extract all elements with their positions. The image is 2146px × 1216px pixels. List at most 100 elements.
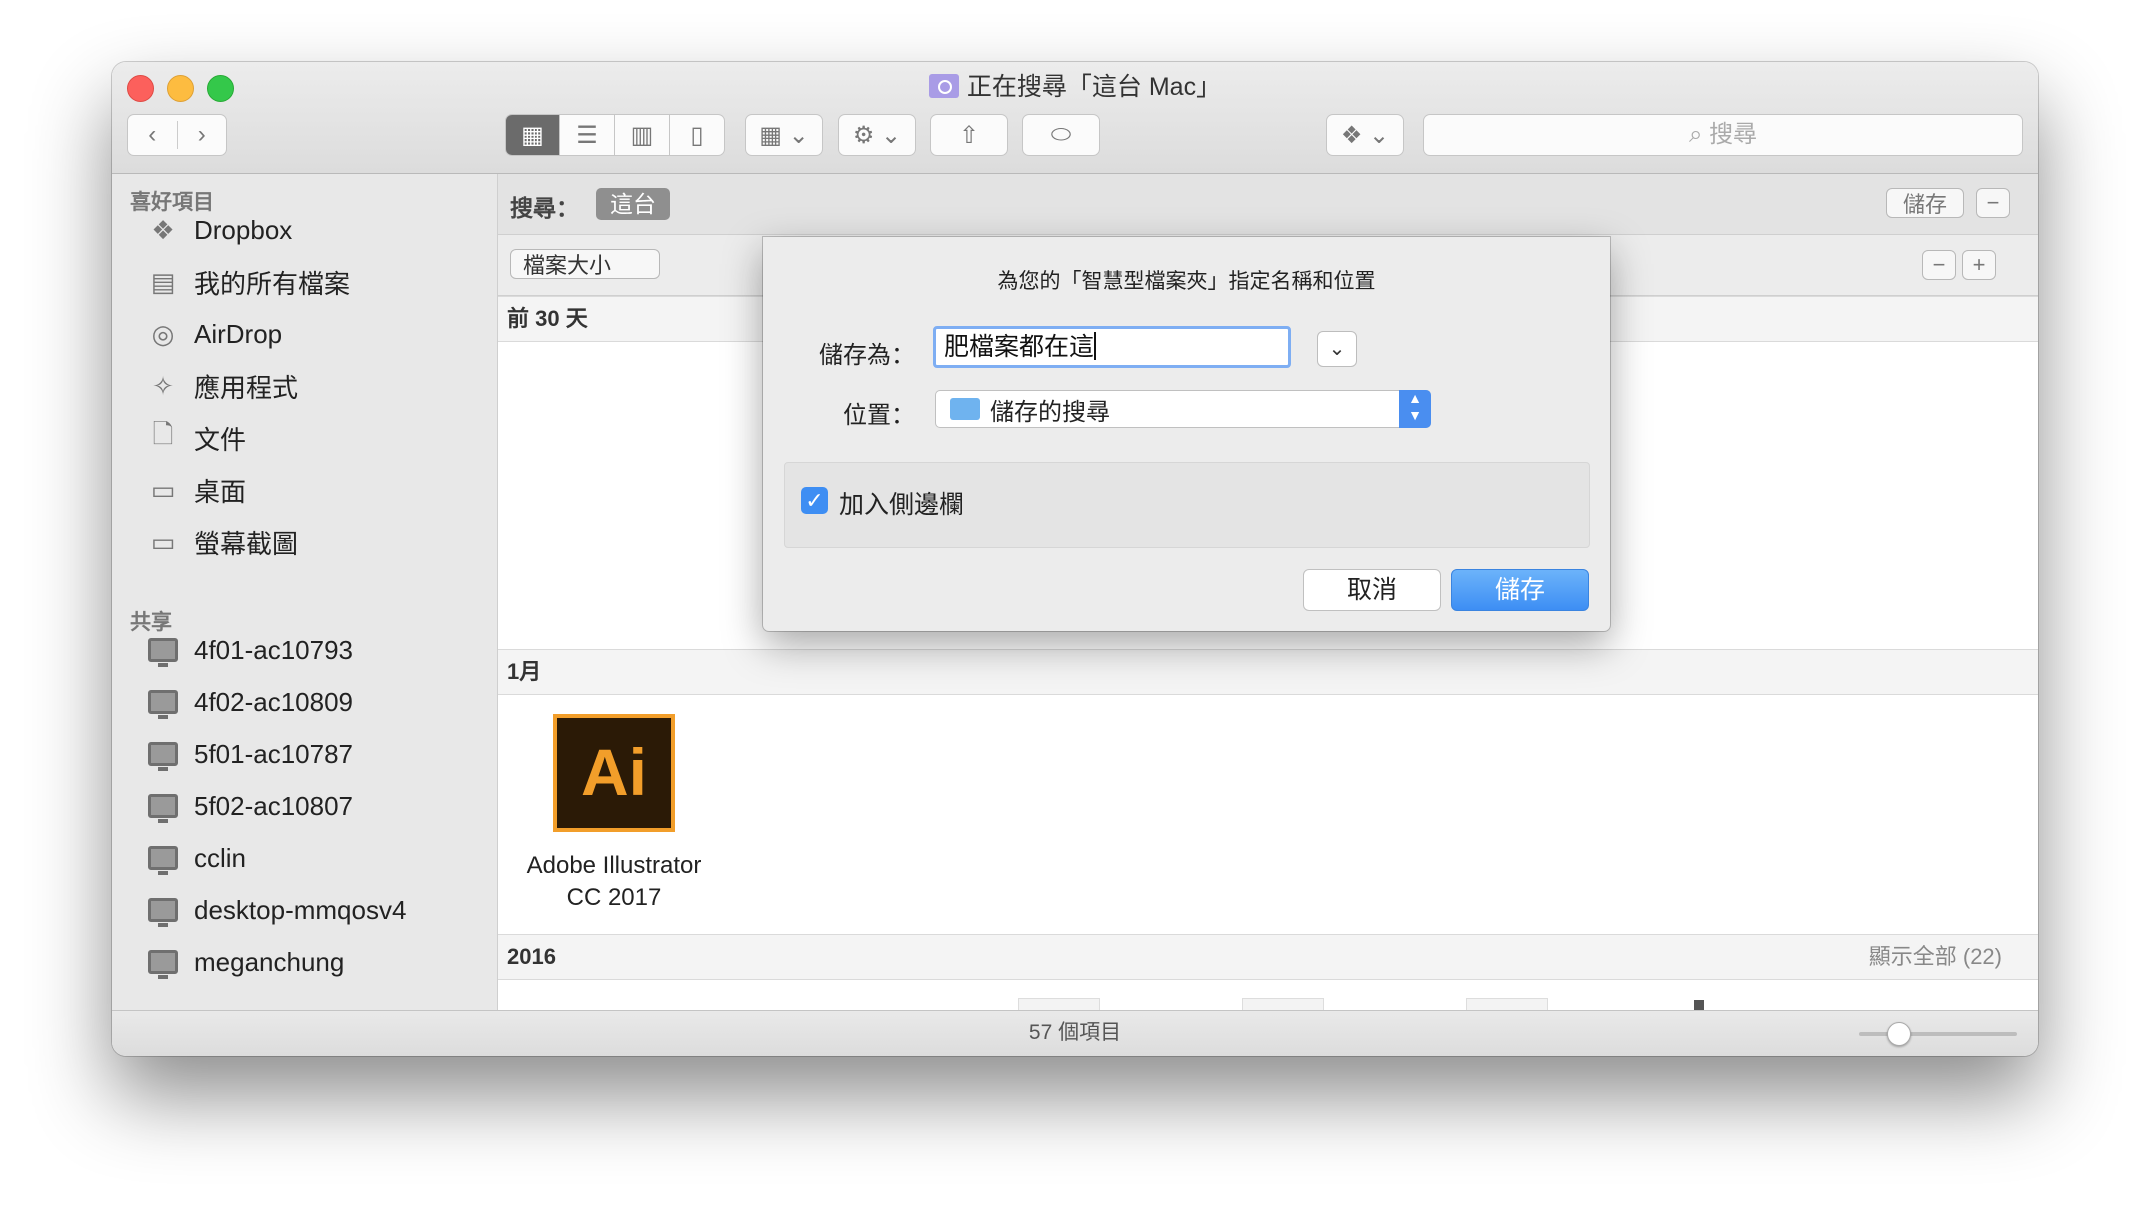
sidebar-item-shared[interactable]: 4f01-ac10793 [146,628,353,672]
file-name: Adobe Illustrator CC 2017 [526,852,702,911]
text-caret [1094,332,1097,360]
save-button[interactable]: 儲存 [1451,569,1589,611]
sidebar-item-label: 應用程式 [194,372,299,403]
section-header-january: 1月 [498,649,2038,695]
remove-criteria-button[interactable]: − [1922,250,1956,280]
documents-icon: 🗋 [152,419,174,449]
sidebar-item-label: 4f02-ac10809 [194,686,354,717]
sidebar-item-label: 桌面 [194,476,247,507]
sidebar-item-shared[interactable]: 5f01-ac10787 [146,732,353,776]
dropbox-button[interactable]: ❖ ⌄ [1326,114,1404,156]
sidebar-item-label: Dropbox [194,214,293,245]
search-input[interactable]: ⌕ 搜尋 [1423,114,2023,156]
dropbox-icon: ❖ ⌄ [1340,121,1390,149]
share-button[interactable]: ⇧ [930,114,1008,156]
sidebar-item-screenshots[interactable]: ▭ 螢幕截圖 [146,520,298,564]
updown-chevron-icon: ▲ ▼ [1399,390,1431,428]
illustrator-app-icon: Ai [553,714,675,832]
illustrator-icon-text: Ai [581,735,647,809]
window-title-text: 正在搜尋「這台 Mac」 [966,73,1222,101]
computer-icon [146,893,180,927]
section-title: 1月 [507,659,542,684]
remove-scope-button[interactable]: − [1976,188,2010,218]
sidebar-item-label: AirDrop [194,318,283,349]
sidebar-item-applications[interactable]: ✧ 應用程式 [146,364,298,408]
window-title: 正在搜尋「這台 Mac」 [112,70,2038,104]
back-icon[interactable]: ‹ [128,121,178,149]
sidebar-item-all-files[interactable]: ▤ 我的所有檔案 [146,260,350,304]
icon-size-slider[interactable] [1859,1022,2017,1046]
applications-icon: ✧ [152,370,174,401]
chevron-down-icon: ⌄ [1328,338,1346,360]
sidebar-item-shared[interactable]: desktop-mmqosv4 [146,888,406,932]
list-view-icon[interactable]: ☰ [560,114,615,156]
folder-icon [950,398,980,420]
sidebar-item-label: desktop-mmqosv4 [194,894,407,925]
save-search-button[interactable]: 儲存 [1886,188,1964,218]
scope-this-mac[interactable]: 這台 [596,188,670,220]
minus-icon: − [1932,252,1946,277]
minus-icon: − [1986,190,2000,215]
sidebar-item-shared[interactable]: 5f02-ac10807 [146,784,353,828]
action-button[interactable]: ⚙ ⌄ [838,114,916,156]
file-item-illustrator[interactable]: Ai Adobe Illustrator CC 2017 [514,714,714,914]
add-criteria-button[interactable]: + [1962,250,1996,280]
smart-folder-icon [928,74,959,98]
sidebar-item-desktop[interactable]: ▭ 桌面 [146,468,246,512]
slider-knob[interactable] [1887,1022,1911,1046]
arrange-icon: ▦ ⌄ [759,121,809,149]
sidebar-item-shared[interactable]: 4f02-ac10809 [146,680,353,724]
computer-icon [146,945,180,979]
computer-icon [146,841,180,875]
computer-icon [146,685,180,719]
save-smart-folder-dialog: 為您的「智慧型檔案夾」指定名稱和位置 儲存為： 肥檔案都在這 ⌄ 位置： 儲存的… [763,237,1610,631]
expand-dialog-button[interactable]: ⌄ [1317,331,1357,367]
cancel-button[interactable]: 取消 [1303,569,1441,611]
criteria-attribute-select[interactable]: 檔案大小 [510,249,660,279]
sidebar-item-label: 4f01-ac10793 [194,634,354,665]
location-value: 儲存的搜尋 [990,398,1110,426]
all-files-icon: ▤ [150,266,176,297]
section-header-2016: 2016 顯示全部 (22) [498,934,2038,980]
computer-icon [146,737,180,771]
cover-flow-icon[interactable]: ▯ [670,114,725,156]
column-view-icon[interactable]: ▥ [615,114,670,156]
options-box: ✓ 加入側邊欄 [784,462,1590,548]
tag-icon: ⬭ [1050,121,1072,148]
show-all-link[interactable]: 顯示全部 (22) [1869,935,2002,979]
add-to-sidebar-label[interactable]: 加入側邊欄 [839,485,964,521]
sidebar-item-shared[interactable]: cclin [146,836,246,880]
tag-button[interactable]: ⬭ [1022,114,1100,156]
forward-icon[interactable]: › [178,121,227,149]
sidebar-item-label: 螢幕截圖 [194,528,299,559]
folder-icon: ▭ [150,526,176,557]
save-as-field[interactable]: 肥檔案都在這 [933,326,1291,368]
sidebar-item-label: 5f02-ac10807 [194,790,354,821]
sidebar: 喜好項目 ❖ Dropbox ▤ 我的所有檔案 ◎ AirDrop ✧ 應用程式… [112,174,498,1010]
add-to-sidebar-checkbox[interactable]: ✓ [801,487,828,514]
location-select[interactable]: 儲存的搜尋 ▲ ▼ [935,390,1431,428]
share-icon: ⇧ [958,121,980,149]
desktop-icon: ▭ [150,474,176,505]
scope-label: 搜尋： [510,195,579,221]
sidebar-item-airdrop[interactable]: ◎ AirDrop [146,312,282,356]
plus-icon: + [1972,252,1986,277]
toolbar: 正在搜尋「這台 Mac」 ‹ › ▦ ☰ ▥ ▯ ▦ ⌄ ⚙ ⌄ ⇧ ⬭ ❖ ⌄… [112,62,2038,174]
arrange-button[interactable]: ▦ ⌄ [745,114,823,156]
sidebar-item-dropbox[interactable]: ❖ Dropbox [146,208,292,252]
checkmark-icon: ✓ [805,488,824,513]
sidebar-item-label: 5f01-ac10787 [194,738,354,769]
icon-view-icon[interactable]: ▦ [505,114,560,156]
sidebar-item-label: 我的所有檔案 [194,268,351,299]
view-mode-segment: ▦ ☰ ▥ ▯ [505,114,725,156]
section-title: 2016 [507,944,556,969]
save-as-value: 肥檔案都在這 [944,333,1095,361]
finder-window: 正在搜尋「這台 Mac」 ‹ › ▦ ☰ ▥ ▯ ▦ ⌄ ⚙ ⌄ ⇧ ⬭ ❖ ⌄… [112,62,2038,1056]
dropbox-icon: ❖ [151,214,175,245]
gear-icon: ⚙ ⌄ [852,121,902,149]
item-count: 57 個項目 [1028,1021,1122,1044]
search-scope-bar: 搜尋： 這台 儲存 − [498,174,2038,235]
sidebar-item-shared[interactable]: meganchung [146,940,344,984]
back-forward-buttons: ‹ › [127,114,227,156]
sidebar-item-documents[interactable]: 🗋 文件 [146,416,246,460]
